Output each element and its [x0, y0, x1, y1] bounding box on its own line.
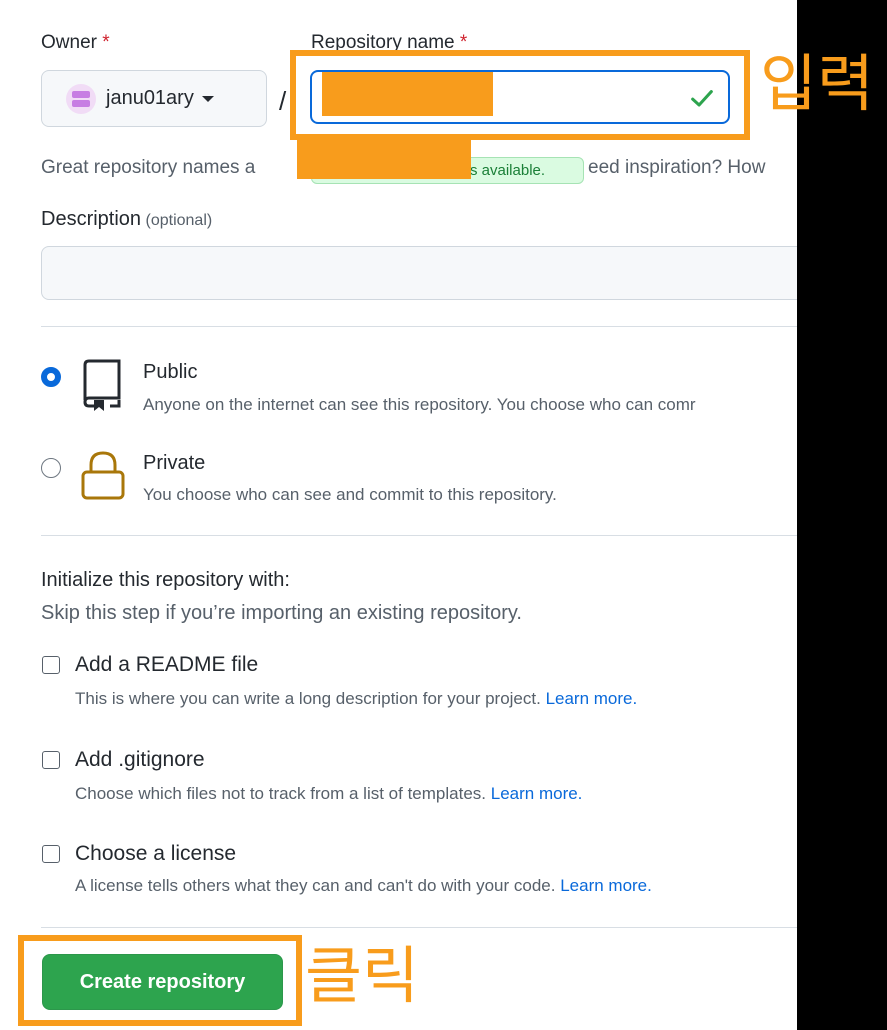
owner-label-text: Owner [41, 32, 97, 53]
license-learn-more-link[interactable]: Learn more. [560, 876, 652, 895]
description-optional: (optional) [145, 212, 213, 229]
repo-book-icon [83, 359, 121, 411]
chevron-down-icon [201, 95, 214, 102]
owner-repo-separator: / [279, 86, 287, 116]
click-annotation: 클릭 [305, 942, 420, 1011]
readme-description: This is where you can write a long descr… [75, 689, 637, 709]
avatar [66, 83, 96, 114]
readme-learn-more-link[interactable]: Learn more. [546, 689, 638, 708]
public-radio[interactable] [41, 367, 61, 387]
description-input[interactable] [41, 246, 797, 300]
repo-name-helper-left: Great repository names a [41, 157, 256, 178]
input-annotation: 입력 [760, 50, 875, 119]
private-subtitle: You choose who can see and commit to thi… [143, 485, 557, 504]
initialize-subheading: Skip this step if you’re importing an ex… [41, 602, 522, 624]
divider [41, 927, 797, 928]
gitignore-description: Choose which files not to track from a l… [75, 784, 582, 804]
input-highlight-box [290, 50, 750, 140]
gitignore-checkbox[interactable] [42, 751, 60, 769]
readme-subtitle: This is where you can write a long descr… [75, 689, 541, 708]
new-repository-form: Owner * Repository name * janu01ary / Gr… [0, 0, 797, 1030]
license-subtitle: A license tells others what they can and… [75, 876, 556, 895]
license-title: Choose a license [75, 842, 237, 865]
availability-text: s available. [470, 162, 546, 179]
public-title: Public [143, 361, 198, 383]
readme-title: Add a README file [75, 653, 259, 676]
owner-dropdown[interactable]: janu01ary [41, 70, 267, 127]
owner-value: janu01ary [106, 87, 194, 109]
gitignore-title: Add .gitignore [75, 748, 205, 771]
redaction-block [297, 137, 471, 179]
gitignore-learn-more-link[interactable]: Learn more. [491, 784, 583, 803]
click-highlight-box [18, 935, 302, 1026]
divider [41, 535, 797, 536]
license-description: A license tells others what they can and… [75, 876, 652, 896]
private-radio[interactable] [41, 458, 61, 478]
lock-icon [81, 451, 125, 500]
readme-checkbox[interactable] [42, 656, 60, 674]
owner-required-mark: * [102, 32, 110, 53]
license-checkbox[interactable] [42, 845, 60, 863]
description-label: Description (optional) [41, 208, 212, 231]
private-title: Private [143, 452, 206, 474]
divider [41, 326, 797, 327]
repo-name-helper-right: eed inspiration? How [588, 157, 766, 178]
gitignore-subtitle: Choose which files not to track from a l… [75, 784, 487, 803]
initialize-heading: Initialize this repository with: [41, 569, 290, 591]
owner-label: Owner * [41, 32, 110, 54]
public-subtitle: Anyone on the internet can see this repo… [143, 395, 696, 414]
description-label-text: Description [41, 208, 142, 230]
